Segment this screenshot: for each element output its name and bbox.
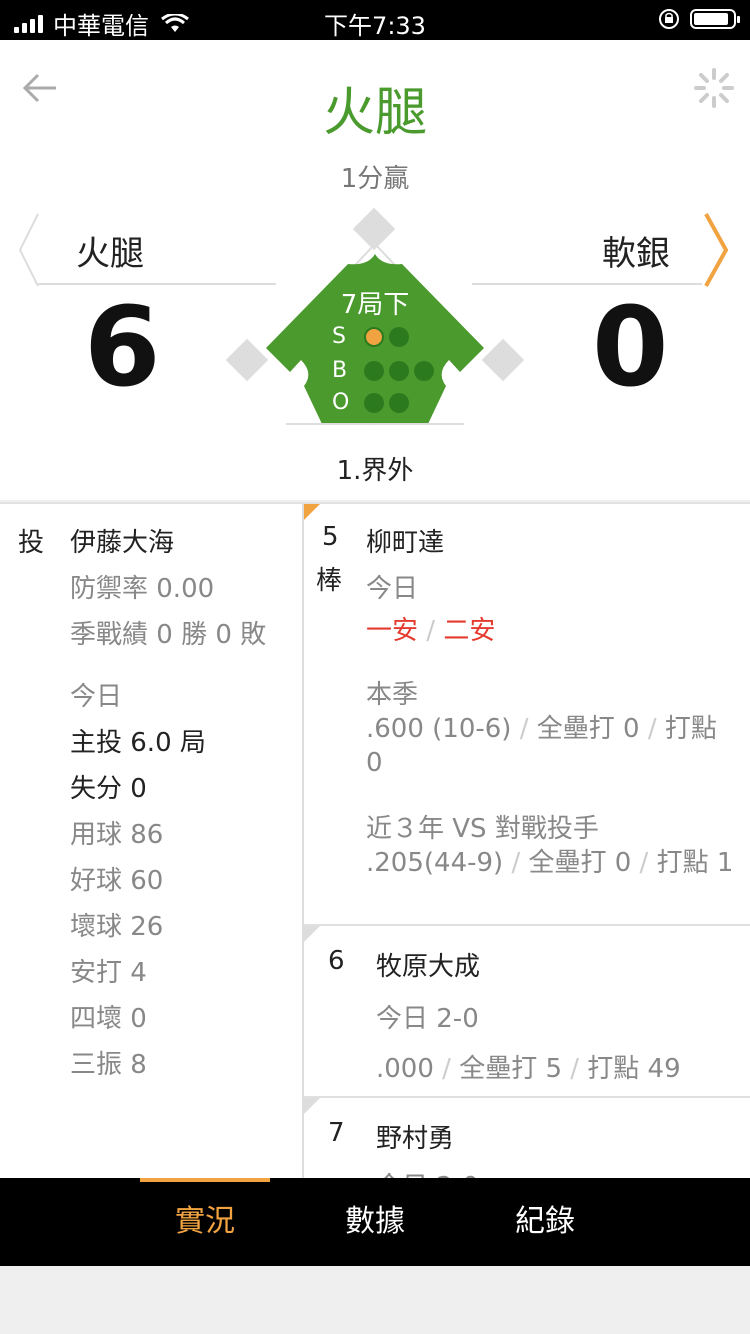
batter-today: 今日 2-0 (376, 1004, 479, 1034)
batter-today-results: 一安 / 二安 (366, 616, 496, 646)
current-batter-marker (304, 504, 320, 520)
team-left-name: 火腿 (76, 234, 144, 274)
clock: 下午7:33 (324, 12, 426, 40)
right-team-chevron-icon[interactable] (700, 212, 734, 288)
winning-team: 火腿 (322, 83, 427, 143)
pitcher-balls: 壞球 26 (70, 912, 164, 942)
scoreboard: 火腿 1分贏 火腿 軟銀 6 0 7局下 S B O 1.界外 (0, 40, 750, 500)
tab-stats[interactable]: 數據 (310, 1178, 440, 1266)
pitcher-name[interactable]: 伊藤大海 (70, 522, 174, 559)
pitcher-walks: 四壞 0 (70, 1004, 147, 1034)
batter-card-current[interactable]: 5 棒 柳町達 今日 一安 / 二安 本季 .600 (10-6) / 全壘打 … (304, 504, 750, 926)
pitcher-hits: 安打 4 (70, 958, 147, 988)
tab-bar: 實況 數據 紀錄 (0, 1178, 750, 1266)
batter-season-stats: 本季 .600 (10-6) / 全壘打 0 / 打點 0 (366, 680, 717, 778)
batter-order-suffix: 棒 (316, 566, 343, 596)
ball-dot (364, 360, 384, 381)
batter-name[interactable]: 牧原大成 (376, 946, 480, 983)
pitcher-innings: 主投 6.0 局 (70, 728, 206, 758)
pitcher-era: 防禦率 0.00 (70, 574, 215, 604)
pitcher-pitches: 用球 86 (70, 820, 164, 850)
out-count: O (332, 390, 414, 415)
batter-order: 7 (328, 1118, 345, 1148)
ball-count: B (332, 358, 439, 383)
live-content: 投 伊藤大海 防禦率 0.00 季戰績 0 勝 0 敗 今日 主投 6.0 局 … (0, 502, 750, 1180)
ball-dot (414, 360, 434, 381)
strike-dot (364, 326, 384, 347)
pitcher-strikeouts: 三振 8 (70, 1050, 147, 1080)
pitcher-tag: 投 (18, 528, 45, 558)
battery-icon (690, 9, 740, 29)
bottom-area (0, 1266, 750, 1334)
out-dot (389, 392, 409, 413)
batter-order: 6 (328, 946, 345, 976)
batter-name[interactable]: 野村勇 (376, 1118, 454, 1155)
batter-card-next[interactable]: 6 牧原大成 今日 2-0 .000 / 全壘打 5 / 打點 49 (304, 926, 750, 1098)
tab-records[interactable]: 紀錄 (480, 1178, 610, 1266)
status-bar: 中華電信 下午7:33 (0, 0, 750, 40)
strike-count: S (332, 324, 414, 349)
win-margin: 1分贏 (340, 164, 410, 194)
batter-season-stats: .000 / 全壘打 5 / 打點 49 (376, 1054, 681, 1084)
pitcher-record: 季戰績 0 勝 0 敗 (70, 620, 267, 650)
batter-marker (304, 926, 320, 942)
last-play: 1.界外 (336, 456, 414, 486)
batter-list: 5 棒 柳町達 今日 一安 / 二安 本季 .600 (10-6) / 全壘打 … (304, 504, 750, 1180)
ball-dot (389, 360, 409, 381)
batter-order: 5 (322, 522, 339, 552)
team-right-name: 軟銀 (602, 234, 670, 274)
inning-label: 7局下 (340, 290, 410, 320)
batter-vs-pitcher-stats: 近３年 VS 對戰投手 .205(44-9) / 全壘打 0 / 打點 1 (366, 814, 734, 878)
batter-name[interactable]: 柳町達 (366, 522, 444, 559)
pitcher-runs: 失分 0 (70, 774, 147, 804)
pitcher-strikes: 好球 60 (70, 866, 164, 896)
pitcher-panel: 投 伊藤大海 防禦率 0.00 季戰績 0 勝 0 敗 今日 主投 6.0 局 … (0, 504, 304, 1180)
batter-card-ondeck[interactable]: 7 野村勇 今日 2-0 (304, 1098, 750, 1180)
batter-marker (304, 1098, 320, 1114)
pitcher-today-label: 今日 (70, 682, 123, 712)
out-dot (364, 392, 384, 413)
rotation-lock-icon (659, 9, 679, 29)
strike-dot (389, 326, 409, 347)
batter-today-label: 今日 (366, 574, 419, 604)
tab-live[interactable]: 實況 (140, 1178, 270, 1266)
